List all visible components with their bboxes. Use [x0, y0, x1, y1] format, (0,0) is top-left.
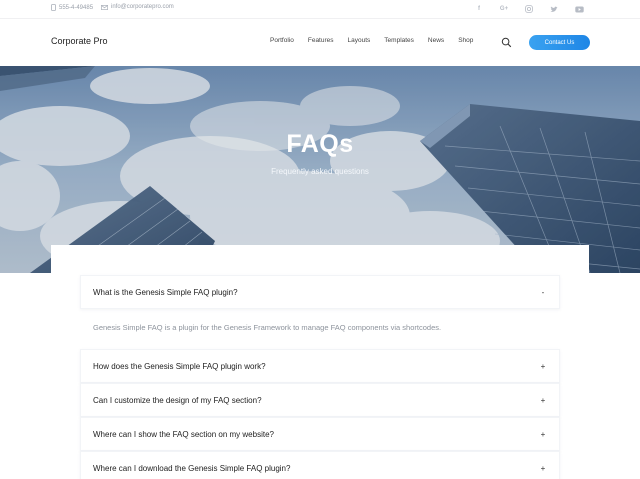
- top-bar: 555-4-49485 info@corporatepro.com f G+: [0, 0, 640, 19]
- faq-question-text: Where can I show the FAQ section on my w…: [93, 429, 274, 439]
- twitter-icon[interactable]: [549, 4, 559, 14]
- google-plus-icon[interactable]: G+: [499, 4, 509, 14]
- email-address: info@corporatepro.com: [111, 4, 174, 10]
- faq-question-text: What is the Genesis Simple FAQ plugin?: [93, 287, 238, 297]
- email-icon: [101, 4, 108, 10]
- facebook-icon[interactable]: f: [474, 4, 484, 14]
- main-nav: Portfolio Features Layouts Templates New…: [270, 37, 487, 44]
- expand-icon[interactable]: +: [539, 430, 547, 439]
- faq-list: What is the Genesis Simple FAQ plugin? -…: [80, 275, 560, 479]
- faq-question-text: Can I customize the design of my FAQ sec…: [93, 395, 262, 405]
- top-phone[interactable]: 555-4-49485: [51, 4, 93, 11]
- nav-item-layouts[interactable]: Layouts: [348, 37, 371, 44]
- faq-answer-1: Genesis Simple FAQ is a plugin for the G…: [93, 323, 442, 332]
- youtube-icon[interactable]: [574, 4, 584, 14]
- contact-us-button[interactable]: Contact Us: [529, 35, 590, 50]
- page-subtitle: Frequently asked questions: [271, 167, 369, 176]
- expand-icon[interactable]: +: [539, 464, 547, 473]
- expand-icon[interactable]: +: [539, 362, 547, 371]
- site-logo[interactable]: Corporate Pro: [51, 36, 108, 46]
- nav-item-shop[interactable]: Shop: [458, 37, 473, 44]
- instagram-icon[interactable]: [524, 4, 534, 14]
- faq-question-5[interactable]: Where can I download the Genesis Simple …: [80, 451, 560, 479]
- faq-question-1[interactable]: What is the Genesis Simple FAQ plugin? -: [80, 275, 560, 309]
- top-email[interactable]: info@corporatepro.com: [101, 4, 174, 10]
- nav-item-features[interactable]: Features: [308, 37, 334, 44]
- faq-question-4[interactable]: Where can I show the FAQ section on my w…: [80, 417, 560, 451]
- nav-item-news[interactable]: News: [428, 37, 444, 44]
- social-links: f G+: [474, 4, 584, 14]
- faq-question-2[interactable]: How does the Genesis Simple FAQ plugin w…: [80, 349, 560, 383]
- site-header: Corporate Pro Portfolio Features Layouts…: [0, 19, 640, 66]
- expand-icon[interactable]: +: [539, 396, 547, 405]
- phone-number: 555-4-49485: [59, 4, 94, 11]
- page-title: FAQs: [286, 130, 354, 158]
- faq-question-text: Where can I download the Genesis Simple …: [93, 463, 291, 473]
- collapse-icon[interactable]: -: [539, 288, 547, 297]
- search-icon[interactable]: [501, 37, 512, 48]
- nav-item-portfolio[interactable]: Portfolio: [270, 37, 294, 44]
- faq-question-text: How does the Genesis Simple FAQ plugin w…: [93, 361, 266, 371]
- faq-question-3[interactable]: Can I customize the design of my FAQ sec…: [80, 383, 560, 417]
- phone-icon: [51, 4, 56, 11]
- hero-banner: FAQs Frequently asked questions: [0, 66, 640, 273]
- nav-item-templates[interactable]: Templates: [384, 37, 414, 44]
